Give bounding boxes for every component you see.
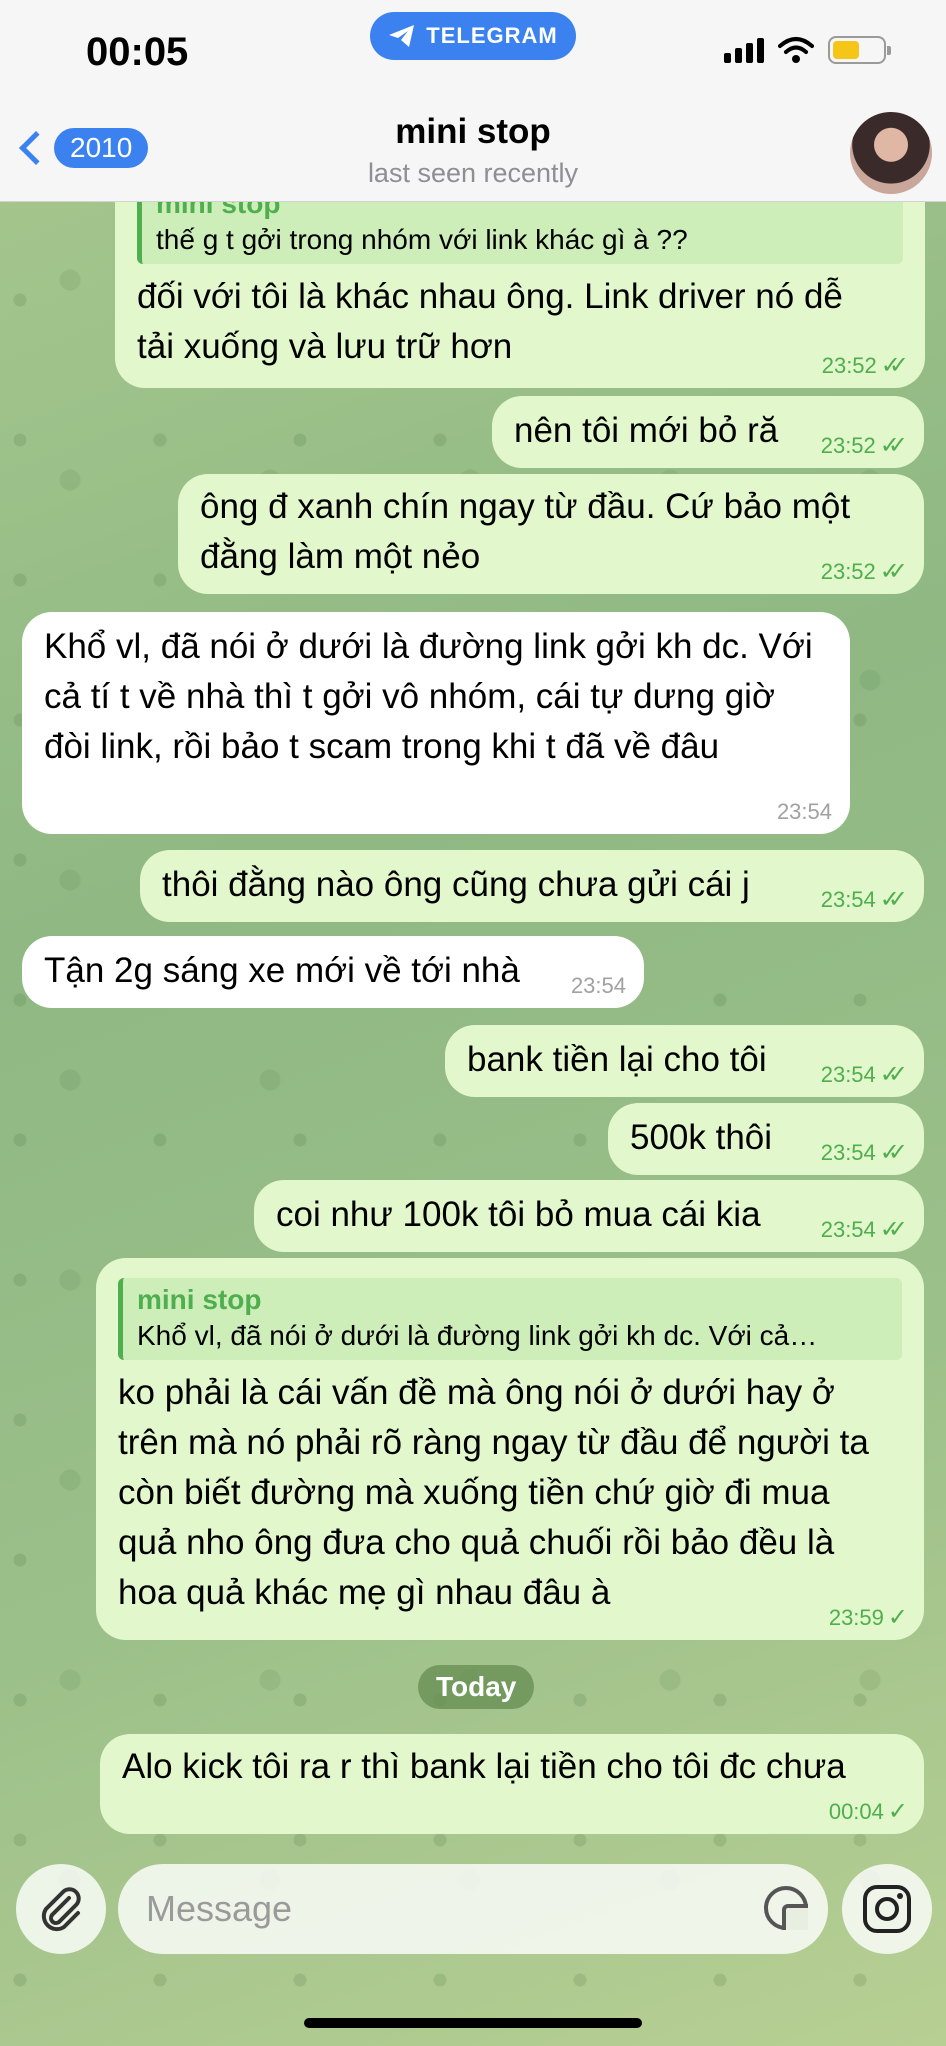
message-composer: Message	[0, 1852, 946, 2046]
message-time: 23:54	[820, 1217, 876, 1242]
message-meta: 23:54 ✓✓	[820, 1216, 908, 1243]
message-input-placeholder: Message	[146, 1888, 293, 1929]
message-bubble-outgoing[interactable]: mini stop Khổ vl, đã nói ở dưới là đường…	[96, 1258, 924, 1640]
check-icon: ✓	[887, 1604, 908, 1631]
message-time: 23:59	[828, 1605, 884, 1630]
message-meta: 23:52 ✓✓	[821, 352, 909, 379]
message-input[interactable]: Message	[118, 1864, 828, 1954]
message-meta: 23:59 ✓	[828, 1604, 908, 1631]
message-bubble-outgoing[interactable]: nên tôi mới bỏ ră 23:52 ✓✓	[492, 396, 924, 468]
message-time: 23:54	[776, 799, 832, 824]
message-meta: 23:54	[571, 974, 626, 998]
message-text: ông đ xanh chín ngay từ đầu. Cứ bảo một …	[200, 487, 851, 576]
reply-text: Khổ vl, đã nói ở dưới là đường link gởi …	[137, 1320, 818, 1351]
sticker-icon[interactable]	[764, 1886, 808, 1930]
message-meta: 00:04 ✓	[828, 1798, 908, 1825]
message-bubble-outgoing[interactable]: coi như 100k tôi bỏ mua cái kia 23:54 ✓✓	[254, 1180, 924, 1252]
paperclip-icon	[41, 1887, 81, 1932]
home-indicator	[304, 2018, 642, 2028]
message-text: đối với tôi là khác nhau ông. Link drive…	[137, 277, 843, 366]
double-check-icon: ✓✓	[879, 1216, 908, 1243]
check-icon: ✓	[887, 1798, 908, 1825]
message-text: ko phải là cái vấn đề mà ông nói ở dưới …	[118, 1373, 869, 1612]
chat-title[interactable]: mini stop	[0, 112, 946, 152]
chat-status: last seen recently	[367, 158, 579, 188]
message-bubble-incoming[interactable]: Tận 2g sáng xe mới về tới nhà 23:54	[22, 936, 644, 1008]
message-bubble-outgoing[interactable]: 500k thôi 23:54 ✓✓	[608, 1103, 924, 1175]
message-text: Tận 2g sáng xe mới về tới nhà	[44, 951, 520, 990]
double-check-icon: ✓✓	[879, 886, 908, 913]
telegram-icon	[389, 25, 415, 47]
message-time: 23:54	[820, 887, 876, 912]
top-bar: 00:05 TELEGRAM 2010 mini stop last seen …	[0, 0, 946, 202]
wifi-icon	[778, 37, 814, 63]
message-bubble-incoming[interactable]: Khổ vl, đã nói ở dưới là đường link gởi …	[22, 612, 850, 834]
reply-sender: mini stop	[137, 1284, 262, 1315]
battery-icon	[828, 36, 891, 64]
message-time: 00:04	[828, 1799, 884, 1824]
reply-text: thế g t gởi trong nhóm với link khác gì …	[156, 224, 688, 255]
message-time: 23:54	[820, 1140, 876, 1165]
message-text: coi như 100k tôi bỏ mua cái kia	[276, 1195, 761, 1234]
double-check-icon: ✓✓	[879, 558, 908, 585]
telegram-pill-label: TELEGRAM	[426, 23, 558, 48]
message-meta: 23:52 ✓✓	[820, 432, 908, 459]
double-check-icon: ✓✓	[879, 432, 908, 459]
message-time: 23:54	[820, 1062, 876, 1087]
instagram-camera-icon	[863, 1885, 911, 1933]
message-time: 23:52	[820, 559, 876, 584]
message-meta: 23:54 ✓✓	[820, 886, 908, 913]
message-text: Alo kick tôi ra r thì bank lại tiền cho …	[122, 1747, 846, 1786]
message-text: Khổ vl, đã nói ở dưới là đường link gởi …	[44, 627, 813, 766]
telegram-pill[interactable]: TELEGRAM	[370, 12, 576, 60]
date-divider: Today	[418, 1665, 535, 1709]
message-text: thôi đằng nào ông cũng chưa gửi cái j	[162, 865, 750, 904]
message-bubble-outgoing[interactable]: thôi đằng nào ông cũng chưa gửi cái j 23…	[140, 850, 924, 922]
status-icons	[724, 36, 891, 64]
cellular-signal-icon	[724, 37, 764, 63]
message-meta: 23:54	[777, 800, 832, 824]
message-meta: 23:54 ✓✓	[820, 1061, 908, 1088]
message-bubble-outgoing[interactable]: ông đ xanh chín ngay từ đầu. Cứ bảo một …	[178, 474, 924, 594]
attach-button[interactable]	[16, 1864, 106, 1954]
message-time: 23:54	[570, 973, 626, 998]
contact-avatar[interactable]	[850, 112, 932, 194]
message-bubble-outgoing[interactable]: bank tiền lại cho tôi 23:54 ✓✓	[445, 1025, 924, 1097]
double-check-icon: ✓✓	[880, 352, 909, 379]
message-time: 23:52	[820, 433, 876, 458]
message-meta: 23:54 ✓✓	[820, 1139, 908, 1166]
camera-button[interactable]	[842, 1864, 932, 1954]
double-check-icon: ✓✓	[879, 1061, 908, 1088]
status-time: 00:05	[86, 30, 189, 74]
message-meta: 23:52 ✓✓	[820, 558, 908, 585]
double-check-icon: ✓✓	[879, 1139, 908, 1166]
reply-quote[interactable]: mini stop Khổ vl, đã nói ở dưới là đường…	[118, 1278, 902, 1360]
message-bubble-outgoing[interactable]: Alo kick tôi ra r thì bank lại tiền cho …	[100, 1734, 924, 1834]
message-time: 23:52	[821, 353, 877, 378]
